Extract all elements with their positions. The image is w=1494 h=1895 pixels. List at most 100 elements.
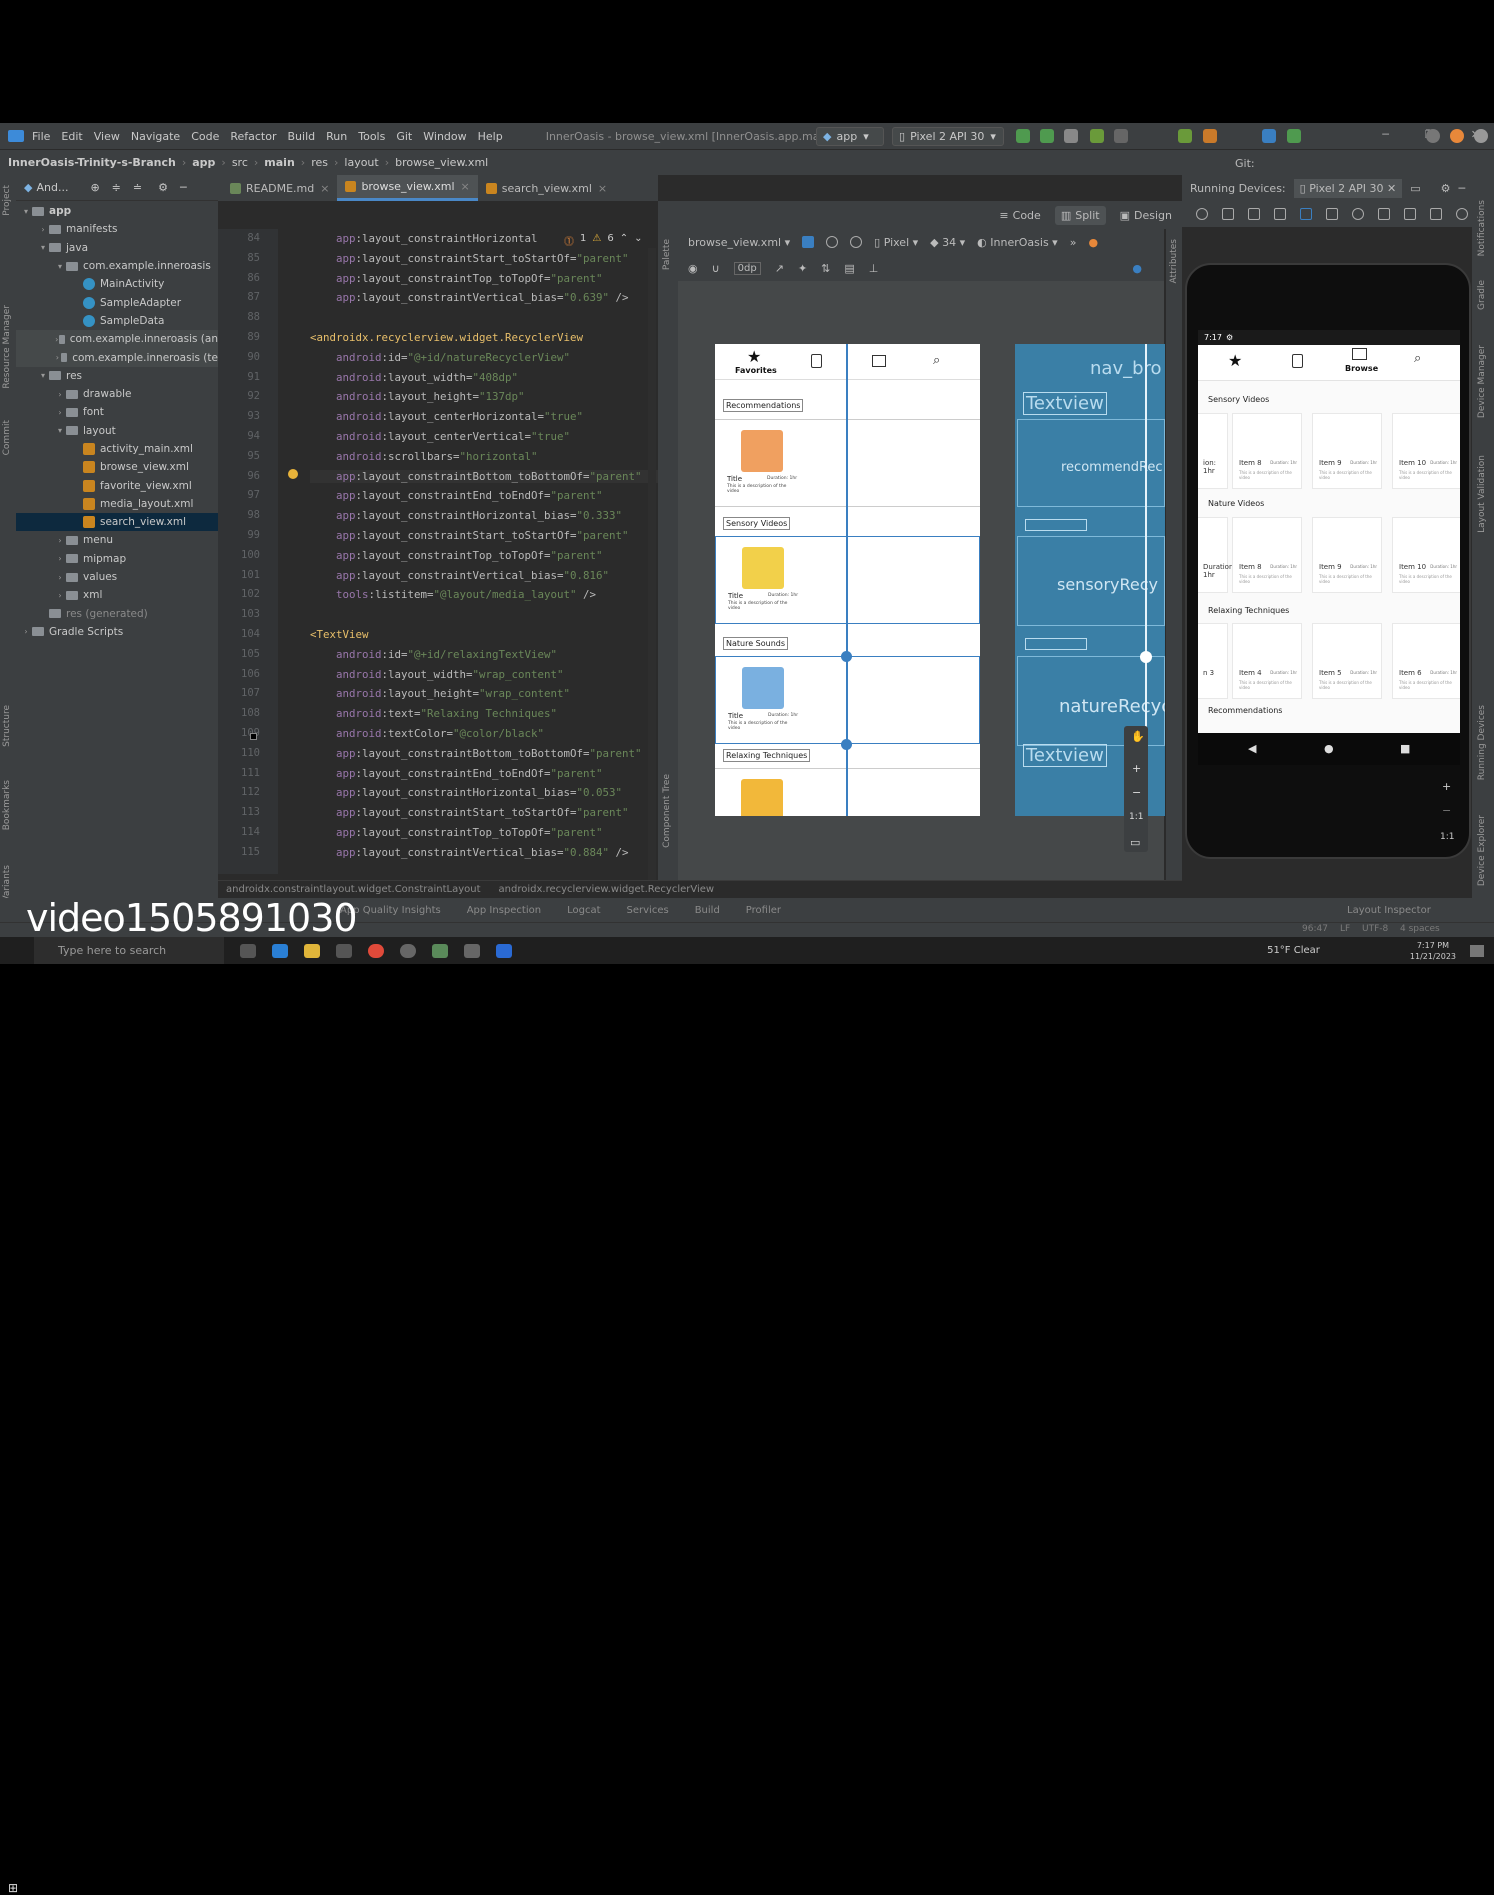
editor-tab[interactable]: README.md × xyxy=(222,175,337,201)
cursor-position[interactable]: 96:47 xyxy=(1302,924,1328,934)
weather-widget[interactable]: 51°F Clear xyxy=(1267,945,1320,956)
code-line[interactable]: app:layout_constraintHorizontal_bias="0.… xyxy=(310,786,622,799)
infer-constraints-icon[interactable]: ✦ xyxy=(798,262,807,275)
tree-item[interactable]: › values xyxy=(16,568,218,586)
menu-git[interactable]: Git xyxy=(396,130,412,143)
chevron-down-icon[interactable]: ▾ xyxy=(20,207,32,216)
item-row[interactable]: ion: 1hr Item 8 Duration: 1hr This is a des… xyxy=(1198,413,1460,489)
clear-constraints-icon[interactable]: ↗ xyxy=(775,262,784,275)
code-line[interactable]: android:text="Relaxing Techniques" xyxy=(310,707,557,720)
tree-item[interactable]: search_view.xml xyxy=(16,513,218,532)
breadcrumb-item[interactable]: main xyxy=(264,156,295,169)
build-tab[interactable]: Build xyxy=(695,905,720,916)
tree-item[interactable]: ▾ res xyxy=(16,367,218,385)
app-icon[interactable] xyxy=(464,943,480,958)
clock[interactable]: 7:17 PM 11/21/2023 xyxy=(1410,940,1456,962)
editor-scrollbar[interactable] xyxy=(648,248,656,888)
windows-start-icon[interactable]: ⊞ xyxy=(8,1881,18,1895)
profiler-tab[interactable]: Profiler xyxy=(746,905,781,916)
tree-item[interactable]: media_layout.xml xyxy=(16,495,218,513)
chevron-right-icon[interactable]: › xyxy=(54,408,66,417)
run-icon[interactable] xyxy=(1016,129,1030,143)
palette-tab[interactable]: Palette xyxy=(662,239,672,270)
tree-item[interactable]: favorite_view.xml xyxy=(16,476,218,494)
orientation-icon[interactable] xyxy=(826,236,839,248)
task-view-icon[interactable] xyxy=(240,943,256,958)
code-line[interactable]: tools:listitem="@layout/media_layout" /> xyxy=(310,588,596,601)
up-icon[interactable]: ⌃ xyxy=(620,233,628,248)
logcat-tab[interactable]: Logcat xyxy=(567,905,600,916)
tree-item[interactable]: › drawable xyxy=(16,385,218,403)
attach-debugger-icon[interactable] xyxy=(1178,129,1192,143)
tree-item[interactable]: › manifests xyxy=(16,220,218,238)
breadcrumb-item[interactable]: src xyxy=(232,156,248,169)
api-dropdown[interactable]: ◆ 34 ▾ xyxy=(930,236,965,249)
search-icon[interactable] xyxy=(1426,129,1440,143)
github-icon[interactable] xyxy=(400,943,416,958)
code-line[interactable]: android:id="@+id/relaxingTextView" xyxy=(310,648,557,661)
constraint-handle[interactable] xyxy=(841,651,852,662)
tree-item[interactable]: ▾ app xyxy=(16,202,218,220)
edge-icon[interactable] xyxy=(272,943,288,958)
nav-home-icon[interactable]: ● xyxy=(1324,742,1334,755)
constraint-handle[interactable] xyxy=(841,739,852,750)
layout-validation-tab[interactable]: Layout Validation xyxy=(1477,455,1487,533)
tree-item[interactable]: ▾ com.example.inneroasis xyxy=(16,257,218,275)
overview-icon[interactable] xyxy=(1378,208,1390,220)
item-card[interactable]: Item 6 Duration: 1hr This is a description… xyxy=(1392,623,1460,699)
tree-item[interactable]: activity_main.xml xyxy=(16,440,218,458)
project-tool-tab[interactable]: Project xyxy=(2,185,12,216)
lightbulb-icon[interactable] xyxy=(288,469,298,479)
resource-manager-tab[interactable]: Resource Manager xyxy=(2,305,12,389)
menu-code[interactable]: Code xyxy=(191,130,219,143)
gear-icon[interactable]: ⚙ xyxy=(158,181,168,194)
breadcrumb-recyclerview[interactable]: androidx.recyclerview.widget.RecyclerVie… xyxy=(499,884,715,895)
code-line[interactable]: app:layout_constraintStart_toStartOf="pa… xyxy=(310,806,629,819)
menu-tools[interactable]: Tools xyxy=(358,130,385,143)
android-studio-taskbar-icon[interactable] xyxy=(432,943,448,958)
file-explorer-icon[interactable] xyxy=(304,943,320,958)
code-line[interactable]: android:layout_height="wrap_content" xyxy=(310,687,570,700)
chevron-down-icon[interactable]: ▾ xyxy=(37,243,49,252)
code-line[interactable]: app:layout_constraintStart_toStartOf="pa… xyxy=(310,252,629,265)
item-card-partial[interactable]: Duration: 1hr xyxy=(1198,517,1236,593)
eye-icon[interactable]: ◉ xyxy=(688,262,698,275)
tree-item[interactable]: › font xyxy=(16,403,218,421)
code-line[interactable]: app:layout_constraintVertical_bias="0.63… xyxy=(310,291,629,304)
code-line[interactable]: android:textColor="@color/black" xyxy=(310,727,544,740)
device-dropdown[interactable]: ▯ Pixel 2 API 30 ▾ xyxy=(892,127,1004,146)
item-card[interactable]: Item 4 Duration: 1hr This is a description… xyxy=(1232,623,1302,699)
tree-item[interactable]: MainActivity xyxy=(16,275,218,293)
pack-icon[interactable]: ⇅ xyxy=(821,262,830,275)
code-line[interactable]: <androidx.recyclerview.widget.RecyclerVi… xyxy=(310,331,583,344)
volume-up-icon[interactable] xyxy=(1222,208,1234,220)
zoom-out-icon[interactable]: − xyxy=(1442,804,1451,817)
chevron-right-icon[interactable]: › xyxy=(54,536,66,545)
tree-item[interactable]: › com.example.inneroasis (an xyxy=(16,330,218,349)
menu-edit[interactable]: Edit xyxy=(61,130,82,143)
chevron-right-icon[interactable]: › xyxy=(54,353,61,362)
app-icon-2[interactable] xyxy=(496,943,512,958)
structure-tab[interactable]: Structure xyxy=(2,705,12,747)
indent-setting[interactable]: 4 spaces xyxy=(1400,924,1440,934)
breadcrumb-constraintlayout[interactable]: androidx.constraintlayout.widget.Constra… xyxy=(226,884,481,895)
menu-window[interactable]: Window xyxy=(423,130,466,143)
commit-tab[interactable]: Commit xyxy=(2,420,12,455)
rotate-right-icon[interactable] xyxy=(1300,208,1312,220)
pan-icon[interactable]: ✋ xyxy=(1131,730,1145,743)
chevron-right-icon[interactable]: › xyxy=(54,591,66,600)
design-surface-icon[interactable] xyxy=(802,236,815,248)
zoom-reset[interactable]: 1:1 xyxy=(1129,812,1143,822)
code-line[interactable]: app:layout_constraintTop_toTopOf="parent… xyxy=(310,826,603,839)
item-card[interactable]: Item 9 Duration: 1hr This is a description… xyxy=(1312,517,1382,593)
stop-icon[interactable] xyxy=(1203,129,1217,143)
device-manager-tab[interactable]: Device Manager xyxy=(1477,345,1487,418)
gear-icon[interactable]: ⚙ xyxy=(1441,182,1451,195)
chevron-down-icon[interactable]: ▾ xyxy=(37,371,49,380)
project-view-dropdown[interactable]: And... xyxy=(36,181,68,194)
breadcrumb-item[interactable]: res xyxy=(311,156,328,169)
inspection-widget[interactable]: ⓵1 ⚠ 6 ⌃ ⌄ xyxy=(564,233,643,248)
item-card-partial[interactable]: n 3 xyxy=(1198,623,1228,699)
component-tree-tab[interactable]: Component Tree xyxy=(662,774,672,848)
code-line[interactable]: app:layout_constraintStart_toStartOf="pa… xyxy=(310,529,629,542)
